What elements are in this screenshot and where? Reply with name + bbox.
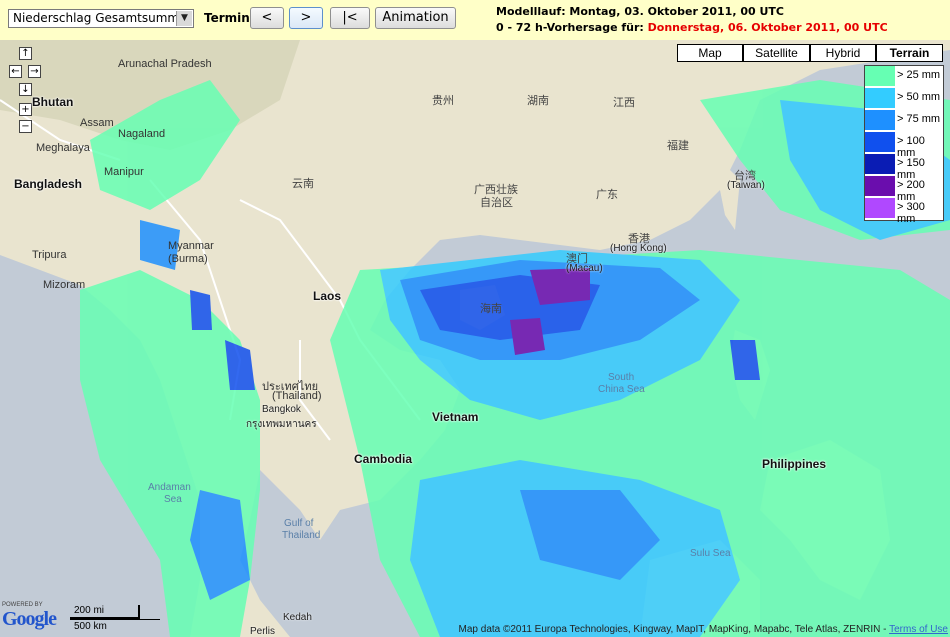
next-button[interactable]: > <box>289 7 323 29</box>
pan-right-icon[interactable]: → <box>28 65 41 78</box>
label-nagaland: Nagaland <box>118 128 166 140</box>
legend-label: > 75 mm <box>897 113 941 125</box>
label-manipur: Manipur <box>104 166 144 178</box>
label-burma: (Burma) <box>168 253 208 265</box>
label-guangxi-2: 自治区 <box>480 197 513 209</box>
terms-link[interactable]: Terms of Use <box>889 624 948 635</box>
scale-km: 500 km <box>74 621 107 632</box>
label-guizhou: 贵州 <box>432 95 454 107</box>
legend-swatch <box>865 198 895 218</box>
label-kedah: Kedah <box>283 612 312 623</box>
label-sulu: Sulu Sea <box>690 548 731 559</box>
maptype-map[interactable]: Map <box>677 44 743 62</box>
legend-swatch <box>865 88 895 108</box>
pan-down-icon[interactable]: ↓ <box>19 83 32 96</box>
label-hongkong: (Hong Kong) <box>610 243 667 254</box>
label-cambodia: Cambodia <box>354 452 413 466</box>
label-andaman-1: Andaman <box>148 482 191 493</box>
forecast-prefix: 0 - 72 h-Vorhersage für: <box>496 21 648 34</box>
legend-swatch <box>865 132 895 152</box>
legend-label: > 300 mm <box>897 201 925 225</box>
legend-swatch <box>865 110 895 130</box>
label-macau: (Macau) <box>566 263 603 274</box>
credits-text: Map data ©2011 Europa Technologies, King… <box>458 624 890 635</box>
legend-label: > 25 mm <box>897 69 941 81</box>
label-hainan: 海南 <box>480 303 502 315</box>
prev-button[interactable]: < <box>250 7 284 29</box>
scale-bar: 200 mi 500 km <box>70 605 160 635</box>
label-guangdong: 广东 <box>596 189 618 201</box>
precipitation-legend: > 25 mm > 50 mm > 75 mm > 100 mm > 150 mm > 2… <box>864 65 944 225</box>
forecast-date: Donnerstag, 06. Oktober 2011, 00 UTC <box>647 21 888 34</box>
label-andaman-2: Sea <box>164 494 182 505</box>
legend-row: > 100 mm <box>865 132 943 159</box>
label-scs-2: China Sea <box>598 384 645 395</box>
first-button[interactable]: |< <box>330 7 370 29</box>
label-hunan: 湖南 <box>527 95 549 107</box>
google-wordmark: Google <box>2 608 57 630</box>
label-perlis: Perlis <box>250 626 276 637</box>
legend-row: > 75 mm <box>865 110 943 132</box>
label-bangkok-th: กรุงเทพมหานคร <box>246 419 317 430</box>
product-select-value: Niederschlag Gesamtsumme <box>13 11 187 25</box>
zoom-out-icon[interactable]: − <box>19 120 32 133</box>
legend-row: > 300 mm <box>865 198 943 225</box>
toolbar: Niederschlag Gesamtsumme ▼ Termin: < > |… <box>0 0 950 40</box>
zoom-in-icon[interactable]: + <box>19 103 32 116</box>
legend-swatch <box>865 66 895 86</box>
chevron-down-icon[interactable]: ▼ <box>176 11 192 26</box>
label-bhutan: Bhutan <box>32 95 74 109</box>
label-arunachal: Arunachal Pradesh <box>118 58 212 70</box>
map-canvas[interactable]: Map Satellite Hybrid Terrain > 25 mm > 50… <box>0 40 950 637</box>
legend-label: > 50 mm <box>897 91 941 103</box>
legend-swatch <box>865 154 895 174</box>
map-credits: Map data ©2011 Europa Technologies, King… <box>459 624 948 635</box>
legend-row: > 200 mm <box>865 176 943 203</box>
model-run-text: Modelllauf: Montag, 03. Oktober 2011, 00… <box>496 5 784 18</box>
label-gulf-1: Gulf of <box>284 518 314 529</box>
label-mizoram: Mizoram <box>43 279 86 291</box>
maptype-satellite[interactable]: Satellite <box>743 44 810 62</box>
pan-up-icon[interactable]: ↑ <box>19 47 32 60</box>
animation-button[interactable]: Animation <box>375 7 456 29</box>
scale-mi: 200 mi <box>74 605 105 616</box>
label-vietnam: Vietnam <box>432 410 479 424</box>
label-philippines: Philippines <box>762 457 827 471</box>
termin-label: Termin: <box>204 11 255 25</box>
maptype-terrain[interactable]: Terrain <box>876 44 943 62</box>
label-thailand: (Thailand) <box>272 390 322 402</box>
label-meghalaya: Meghalaya <box>36 142 90 154</box>
label-taiwan: (Taiwan) <box>727 180 765 191</box>
label-tripura: Tripura <box>32 249 67 261</box>
legend-row: > 50 mm <box>865 88 943 110</box>
label-bangkok: Bangkok <box>262 404 301 415</box>
label-scs-1: South <box>608 372 635 383</box>
label-jiangxi: 江西 <box>613 97 635 109</box>
legend-row: > 150 mm <box>865 154 943 181</box>
label-fujian: 福建 <box>667 140 689 152</box>
maptype-hybrid[interactable]: Hybrid <box>810 44 876 62</box>
label-gulf-2: Thailand <box>282 530 321 541</box>
legend-swatch <box>865 176 895 196</box>
label-yunnan: 云南 <box>292 178 314 190</box>
pan-left-icon[interactable]: ← <box>9 65 22 78</box>
label-assam: Assam <box>80 117 114 129</box>
forecast-line: 0 - 72 h-Vorhersage für: Donnerstag, 06.… <box>496 21 888 34</box>
label-bangladesh: Bangladesh <box>14 177 83 191</box>
label-myanmar: Myanmar <box>168 240 214 252</box>
product-select[interactable]: Niederschlag Gesamtsumme ▼ <box>8 9 194 28</box>
label-laos: Laos <box>313 289 342 303</box>
google-logo[interactable]: POWERED BY Google <box>2 602 57 631</box>
legend-row: > 25 mm <box>865 66 943 88</box>
